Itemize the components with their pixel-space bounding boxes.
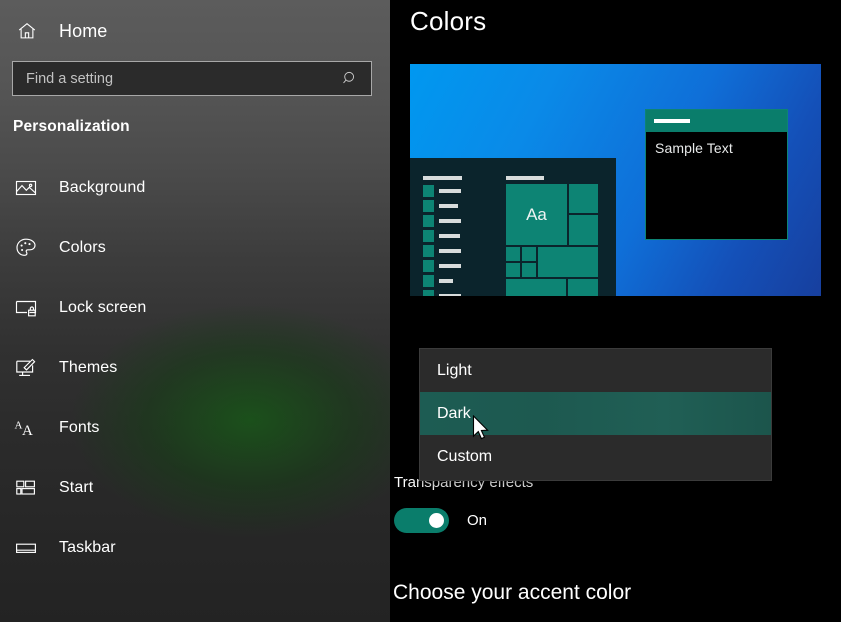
sidebar-item-start[interactable]: Start <box>0 458 390 518</box>
picture-icon <box>13 175 39 201</box>
theme-preview: Aa <box>410 64 821 296</box>
home-icon <box>14 18 40 44</box>
preview-window-title-line <box>654 119 690 123</box>
preview-app-square <box>423 200 434 212</box>
preview-start-menu: Aa <box>410 158 616 296</box>
preview-sample-window: Sample Text <box>645 109 788 240</box>
preview-tile-aa: Aa <box>506 184 567 245</box>
preview-tile <box>569 215 598 245</box>
settings-window: Home Personalization <box>0 0 841 622</box>
preview-tile <box>522 263 536 277</box>
sidebar: Home Personalization <box>0 0 390 622</box>
dropdown-option-label: Dark <box>437 405 471 423</box>
preview-app-square <box>423 275 434 287</box>
sidebar-item-background[interactable]: Background <box>0 158 390 218</box>
page-title: Colors <box>410 6 486 37</box>
svg-text:A: A <box>22 423 33 439</box>
preview-app-line <box>439 264 461 268</box>
preview-app-square <box>423 290 434 296</box>
sidebar-item-lock-screen[interactable]: Lock screen <box>0 278 390 338</box>
lock-screen-icon <box>13 295 39 321</box>
search-input[interactable] <box>13 71 342 87</box>
preview-tile <box>538 247 598 277</box>
dropdown-option-label: Light <box>437 362 472 380</box>
preview-app-line <box>439 294 461 296</box>
sidebar-item-fonts[interactable]: A A Fonts <box>0 398 390 458</box>
preview-app-line <box>439 279 453 283</box>
home-label: Home <box>59 21 107 42</box>
fonts-aa-icon: A A <box>13 415 39 441</box>
content-panel: Colors <box>390 0 841 622</box>
preview-tile-aa-text: Aa <box>526 205 547 225</box>
dropdown-option-custom[interactable]: Custom <box>420 435 771 478</box>
preview-app-line <box>439 219 461 223</box>
search-icon[interactable] <box>342 70 371 87</box>
sidebar-item-label: Fonts <box>59 419 100 437</box>
preview-app-square <box>423 230 434 242</box>
sidebar-item-taskbar[interactable]: Taskbar <box>0 518 390 578</box>
preview-app-line <box>439 189 461 193</box>
toggle-knob <box>429 513 444 528</box>
section-title: Personalization <box>0 96 390 136</box>
preview-app-line <box>439 234 460 238</box>
dropdown-option-label: Custom <box>437 448 492 466</box>
preview-window-titlebar <box>646 110 787 132</box>
sidebar-item-label: Colors <box>59 239 106 257</box>
sidebar-item-label: Taskbar <box>59 539 116 557</box>
themes-brush-icon <box>13 355 39 381</box>
palette-icon <box>13 235 39 261</box>
preview-tile <box>506 279 566 296</box>
preview-app-square <box>423 260 434 272</box>
taskbar-icon <box>13 535 39 561</box>
preview-app-list <box>423 176 462 296</box>
preview-tile <box>506 247 520 261</box>
preview-app-square <box>423 185 434 197</box>
sidebar-item-label: Start <box>59 479 93 497</box>
home-nav-button[interactable]: Home <box>0 0 390 46</box>
dropdown-option-dark[interactable]: Dark <box>420 392 771 435</box>
preview-tile <box>506 263 520 277</box>
preview-app-line <box>439 204 458 208</box>
preview-applist-header <box>423 176 462 180</box>
sidebar-nav: Background Colors <box>0 158 390 578</box>
preview-tile <box>522 247 536 261</box>
preview-sample-text: Sample Text <box>646 132 787 156</box>
preview-app-square <box>423 245 434 257</box>
sidebar-item-label: Themes <box>59 359 117 377</box>
transparency-toggle-row: On <box>394 508 487 533</box>
sidebar-item-label: Background <box>59 179 145 197</box>
transparency-toggle[interactable] <box>394 508 449 533</box>
preview-tiles: Aa <box>506 176 598 296</box>
preview-app-square <box>423 215 434 227</box>
transparency-toggle-state: On <box>467 512 487 529</box>
sidebar-item-label: Lock screen <box>59 299 146 317</box>
search-box[interactable] <box>12 61 372 96</box>
preview-tile <box>569 184 598 213</box>
start-tiles-icon <box>13 475 39 501</box>
preview-app-line <box>439 249 461 253</box>
sidebar-item-colors[interactable]: Colors <box>0 218 390 278</box>
dropdown-option-light[interactable]: Light <box>420 349 771 392</box>
sidebar-item-themes[interactable]: Themes <box>0 338 390 398</box>
preview-tile <box>568 279 598 296</box>
app-mode-dropdown[interactable]: Light Dark Custom <box>419 348 772 481</box>
accent-color-heading: Choose your accent color <box>393 581 631 605</box>
preview-tiles-header <box>506 176 544 180</box>
